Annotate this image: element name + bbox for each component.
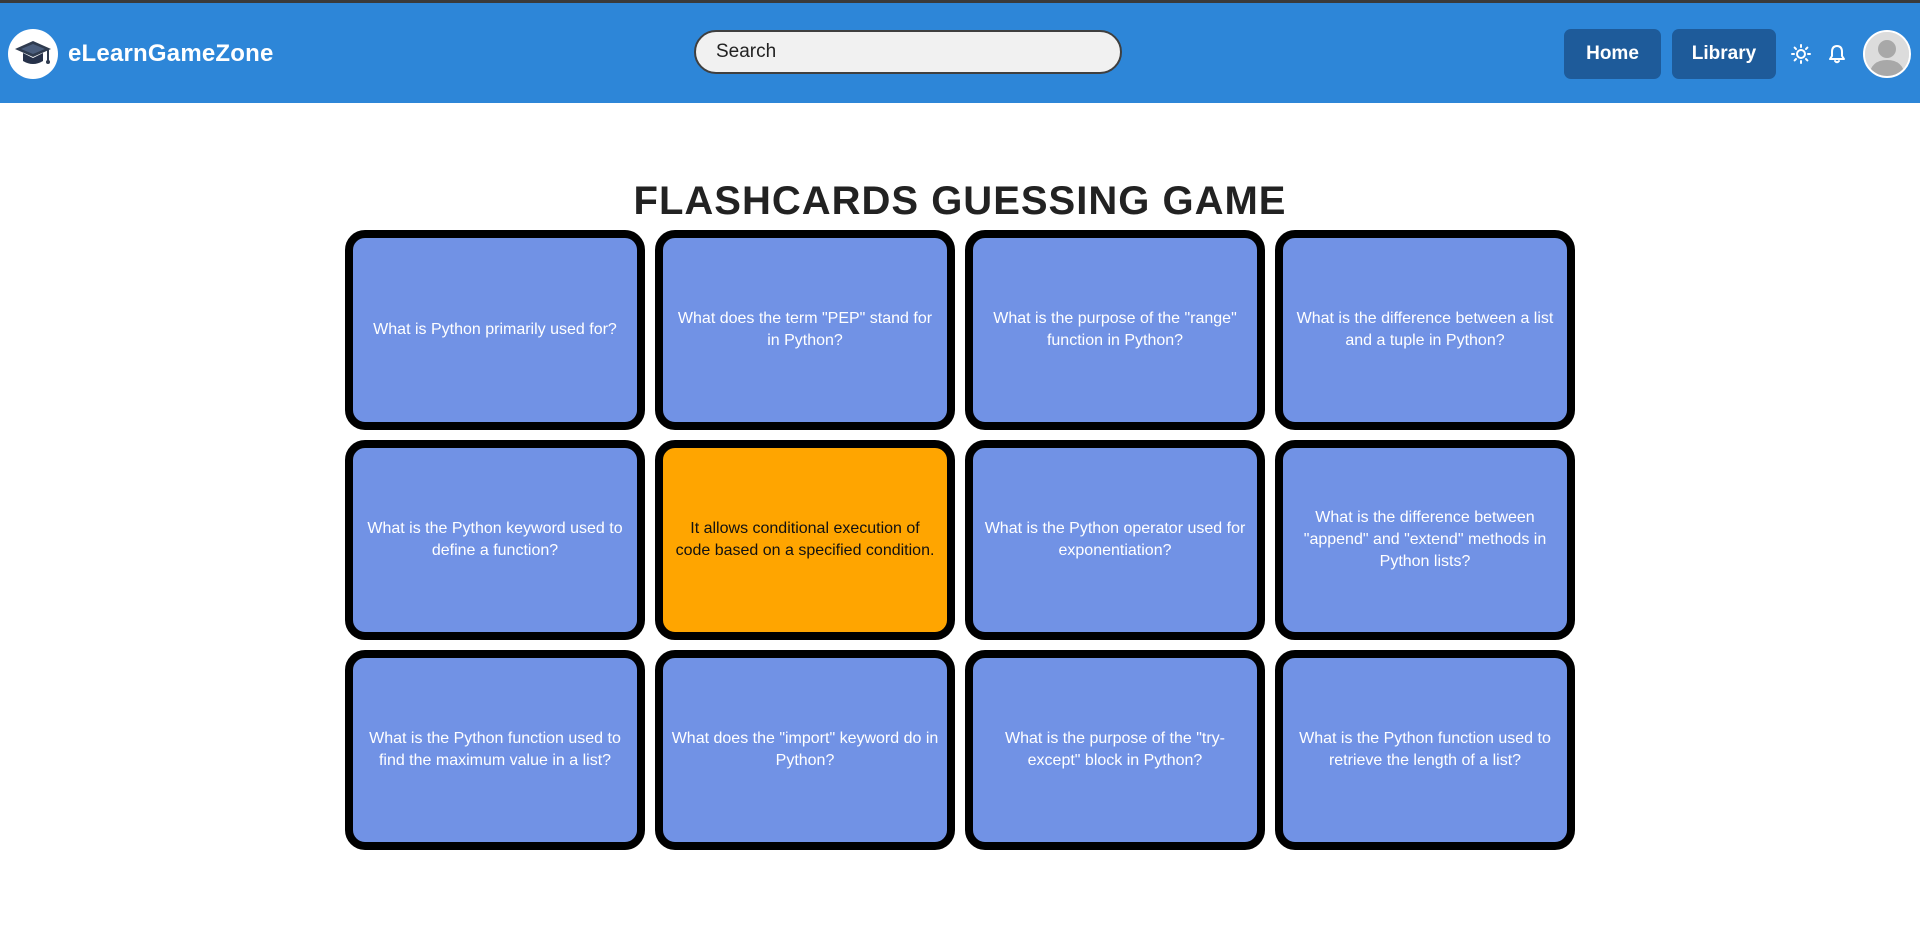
flashcard-grid: What is Python primarily used for? What … <box>345 230 1575 850</box>
flashcard-flipped[interactable]: It allows conditional execution of code … <box>655 440 955 640</box>
flashcard[interactable]: What is the purpose of the "try-except" … <box>965 650 1265 850</box>
flashcard[interactable]: What is the purpose of the "range" funct… <box>965 230 1265 430</box>
flashcard[interactable]: What does the "import" keyword do in Pyt… <box>655 650 955 850</box>
flashcard[interactable]: What is the Python operator used for exp… <box>965 440 1265 640</box>
flashcard[interactable]: What does the term "PEP" stand for in Py… <box>655 230 955 430</box>
home-button[interactable]: Home <box>1564 29 1661 79</box>
library-button[interactable]: Library <box>1672 29 1776 79</box>
navbar: eLearnGameZone Home Library <box>0 3 1920 103</box>
flashcard[interactable]: What is the difference between "append" … <box>1275 440 1575 640</box>
flashcard[interactable]: What is the Python function used to retr… <box>1275 650 1575 850</box>
search-input[interactable] <box>694 30 1122 74</box>
brand[interactable]: eLearnGameZone <box>8 29 274 79</box>
flashcard[interactable]: What is the Python function used to find… <box>345 650 645 850</box>
user-avatar-icon[interactable] <box>1863 30 1911 78</box>
page-title: FLASHCARDS GUESSING GAME <box>633 178 1287 223</box>
sun-icon[interactable] <box>1790 43 1812 65</box>
brand-name: eLearnGameZone <box>68 40 274 67</box>
flashcard[interactable]: What is the difference between a list an… <box>1275 230 1575 430</box>
bell-icon[interactable] <box>1826 43 1848 65</box>
flashcard[interactable]: What is the Python keyword used to defin… <box>345 440 645 640</box>
flashcard[interactable]: What is Python primarily used for? <box>345 230 645 430</box>
graduation-cap-icon <box>8 29 58 79</box>
